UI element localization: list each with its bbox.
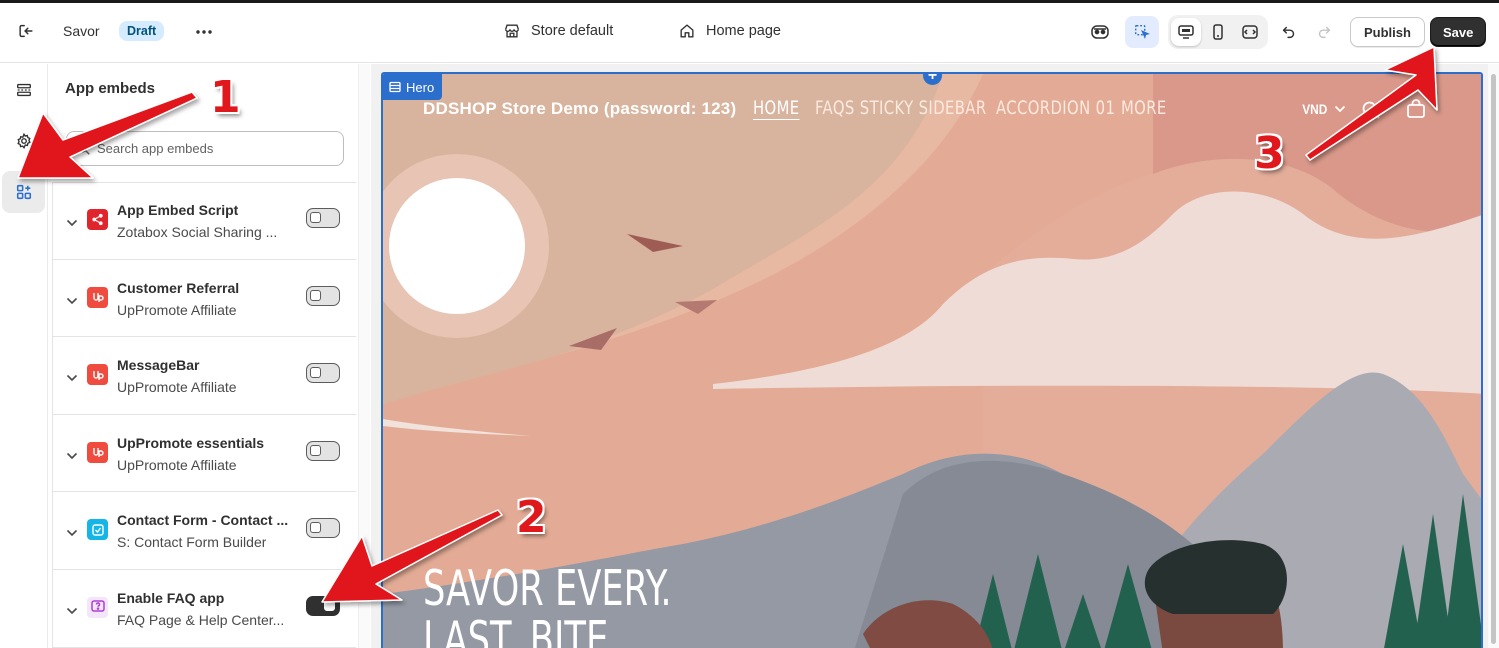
ai-assistant-icon[interactable] bbox=[1086, 17, 1114, 47]
undo-icon[interactable] bbox=[1275, 18, 1303, 46]
embed-provider: UpPromote Affiliate bbox=[117, 456, 237, 473]
scrollbar-thumb[interactable] bbox=[1491, 74, 1496, 644]
hero-section-frame[interactable]: Hero + DDSHOP Store Demo (password: 123)… bbox=[381, 72, 1483, 648]
toggle-knob bbox=[310, 212, 321, 223]
embed-name: Contact Form - Contact ... bbox=[117, 512, 289, 529]
faq-icon bbox=[87, 596, 108, 618]
embed-provider: UpPromote Affiliate bbox=[117, 379, 237, 396]
cart-icon[interactable] bbox=[1405, 98, 1427, 125]
embed-toggle[interactable] bbox=[306, 285, 340, 306]
redo-icon[interactable] bbox=[1310, 18, 1338, 46]
embed-row[interactable]: App Embed Script Zotabox Social Sharing .… bbox=[52, 182, 356, 260]
toggle-knob bbox=[310, 522, 321, 534]
device-switcher bbox=[1168, 15, 1268, 49]
inspector-icon[interactable] bbox=[1125, 16, 1159, 48]
embed-provider: UpPromote Affiliate bbox=[117, 301, 237, 318]
page-label: Home page bbox=[706, 23, 781, 39]
embed-row[interactable]: MessageBar UpPromote Affiliate bbox=[52, 337, 356, 415]
fullscreen-view-icon[interactable] bbox=[1235, 18, 1265, 46]
home-icon bbox=[680, 24, 694, 38]
store-label: Store default bbox=[531, 23, 614, 39]
section-tag-label: Hero bbox=[406, 79, 435, 95]
embed-toggle[interactable] bbox=[306, 595, 340, 616]
embed-provider: S: Contact Form Builder bbox=[117, 534, 267, 551]
left-rail bbox=[0, 64, 48, 648]
store-name[interactable]: DDSHOP Store Demo (password: 123) bbox=[423, 99, 736, 119]
app-embeds-icon[interactable] bbox=[2, 171, 45, 213]
uppromote-icon bbox=[87, 286, 108, 308]
embed-list: App Embed Script Zotabox Social Sharing .… bbox=[52, 182, 356, 648]
save-button[interactable]: Save bbox=[1430, 17, 1487, 47]
embed-toggle[interactable] bbox=[306, 518, 340, 539]
search-icon bbox=[78, 142, 90, 155]
nav-more[interactable]: MORE bbox=[1121, 97, 1167, 119]
toggle-knob bbox=[310, 444, 321, 456]
embed-row[interactable]: UpPromote essentials UpPromote Affiliate bbox=[52, 414, 356, 493]
mobile-view-icon[interactable] bbox=[1203, 18, 1233, 46]
embed-name: App Embed Script bbox=[117, 202, 239, 218]
step-number-2: 2 bbox=[516, 492, 547, 543]
status-badge: Draft bbox=[119, 21, 165, 41]
embed-row[interactable]: Customer Referral UpPromote Affiliate bbox=[52, 259, 356, 338]
panel-title: App embeds bbox=[65, 80, 156, 97]
search-input[interactable] bbox=[97, 141, 327, 156]
desktop-view-icon[interactable] bbox=[1171, 18, 1201, 46]
embed-provider: Zotabox Social Sharing ... bbox=[117, 224, 278, 240]
contact-form-icon bbox=[87, 519, 108, 541]
app-embeds-panel: App embeds App Embed Script Zotabox Socia… bbox=[48, 64, 370, 648]
panel-scrollbar[interactable] bbox=[358, 64, 370, 648]
store-icon bbox=[505, 24, 519, 38]
embed-row[interactable]: Contact Form - Contact ... S: Contact For… bbox=[52, 492, 356, 570]
theme-name[interactable]: Savor bbox=[63, 23, 100, 39]
nav-home[interactable]: HOME bbox=[753, 97, 800, 119]
embed-name: MessageBar bbox=[117, 357, 200, 374]
embed-toggle[interactable] bbox=[306, 440, 340, 461]
sections-icon[interactable] bbox=[2, 69, 45, 111]
chevron-down-icon[interactable] bbox=[66, 369, 78, 387]
step-number-3: 3 bbox=[1254, 128, 1285, 179]
embed-row[interactable]: Enable FAQ app FAQ Page & Help Center... bbox=[52, 569, 356, 648]
embed-toggle[interactable] bbox=[306, 208, 340, 228]
step-number-1: 1 bbox=[210, 72, 241, 123]
search-icon[interactable] bbox=[1361, 100, 1381, 125]
chevron-down-icon[interactable] bbox=[66, 214, 78, 232]
page-selector[interactable]: Home page bbox=[678, 22, 781, 40]
settings-gear-icon[interactable] bbox=[2, 120, 45, 162]
theme-editor: Savor Draft Store default Home page Publ… bbox=[0, 0, 1499, 648]
currency-selector[interactable]: VND bbox=[1300, 101, 1346, 117]
chevron-down-icon[interactable] bbox=[66, 602, 78, 620]
store-selector[interactable]: Store default bbox=[503, 22, 613, 40]
exit-icon[interactable] bbox=[12, 17, 40, 45]
chevron-down-icon bbox=[1334, 105, 1345, 113]
toggle-knob bbox=[324, 599, 335, 611]
embed-name: Enable FAQ app bbox=[117, 589, 225, 606]
chevron-down-icon[interactable] bbox=[66, 524, 78, 542]
share-icon bbox=[87, 209, 108, 230]
more-actions-icon[interactable] bbox=[190, 18, 218, 46]
search-field[interactable] bbox=[66, 131, 344, 166]
embed-provider: FAQ Page & Help Center... bbox=[117, 611, 285, 628]
toggle-knob bbox=[310, 367, 321, 379]
uppromote-icon bbox=[87, 441, 108, 463]
nav-accordion-01[interactable]: ACCORDION 01 bbox=[996, 97, 1115, 119]
section-icon bbox=[389, 81, 401, 93]
hero-heading-line2[interactable]: LAST. BITE bbox=[423, 611, 608, 648]
nav-faqs-sticky-sidebar[interactable]: FAQS STICKY SIDEBAR bbox=[815, 97, 987, 119]
publish-button[interactable]: Publish bbox=[1350, 17, 1425, 47]
hero-heading-line1[interactable]: SAVOR EVERY. bbox=[423, 560, 672, 617]
preview-scrollbar[interactable] bbox=[1488, 64, 1499, 648]
chevron-down-icon[interactable] bbox=[66, 292, 78, 310]
uppromote-icon bbox=[87, 364, 108, 386]
top-bar: Savor Draft Store default Home page Publ… bbox=[0, 3, 1499, 63]
embed-name: Customer Referral bbox=[117, 279, 240, 296]
embed-toggle[interactable] bbox=[306, 363, 340, 384]
embed-name: UpPromote essentials bbox=[117, 434, 265, 451]
currency-label: VND bbox=[1302, 101, 1328, 117]
section-tag[interactable]: Hero bbox=[383, 74, 443, 100]
chevron-down-icon[interactable] bbox=[66, 447, 78, 465]
preview-area: Hero + DDSHOP Store Demo (password: 123)… bbox=[371, 64, 1499, 648]
toggle-knob bbox=[310, 289, 321, 301]
